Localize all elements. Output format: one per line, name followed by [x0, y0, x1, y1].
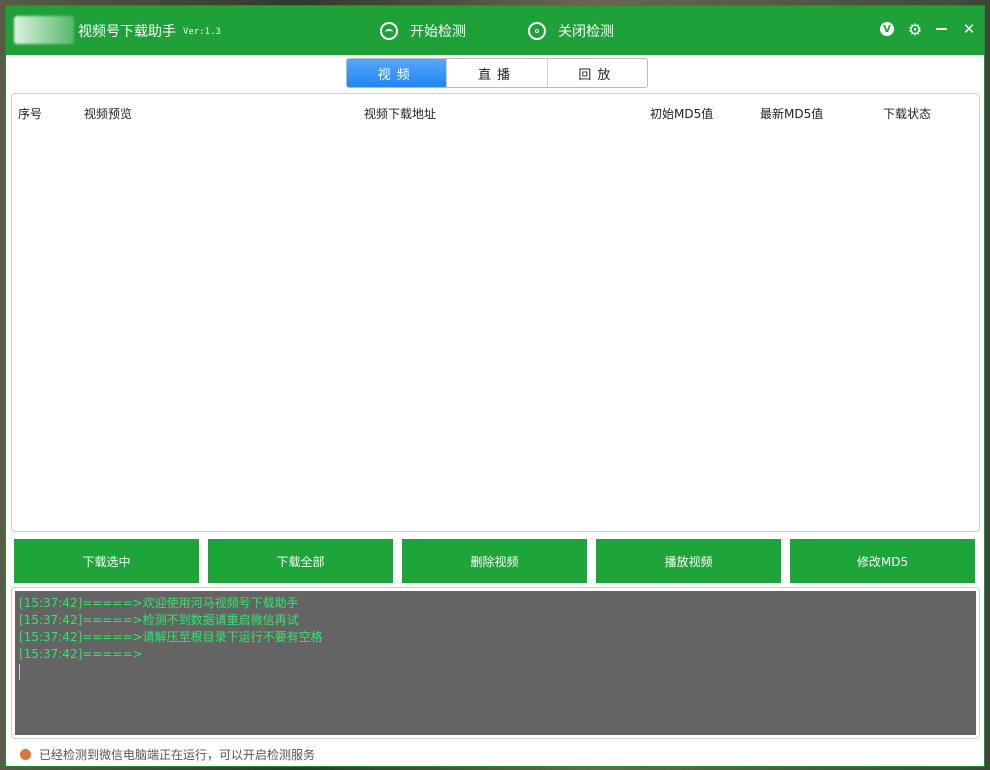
app-logo — [14, 16, 74, 44]
log-line: [15:37:42]=====>欢迎使用河马视频号下载助手 — [19, 596, 299, 610]
download-selected-button[interactable]: 下载选中 — [14, 539, 199, 583]
column-index[interactable]: 序号 — [18, 105, 42, 122]
gear-icon: ⚙ — [907, 19, 923, 39]
settings-button[interactable]: ⚙ — [906, 19, 924, 39]
mode-tabs: 视频 直播 回放 — [346, 58, 648, 88]
stop-detect-button[interactable]: 关闭检测 — [528, 18, 614, 44]
video-table[interactable]: 序号 视频预览 视频下载地址 初始MD5值 最新MD5值 下载状态 — [11, 93, 980, 532]
modify-md5-button[interactable]: 修改MD5 — [790, 539, 975, 583]
v-badge-button[interactable]: V — [878, 20, 896, 38]
column-download-status[interactable]: 下载状态 — [883, 105, 931, 122]
app-version: Ver:1.3 — [183, 27, 221, 37]
status-bar: 已经检测到微信电脑端正在运行，可以开启检测服务 — [20, 745, 315, 763]
title-bar[interactable]: 视频号下载助手 Ver:1.3 开始检测 关闭检测 V ⚙ ✕ — [6, 6, 984, 55]
column-latest-md5[interactable]: 最新MD5值 — [760, 105, 823, 122]
app-window: 视频号下载助手 Ver:1.3 开始检测 关闭检测 V ⚙ ✕ 视频 直播 回放… — [5, 5, 985, 767]
close-icon: ✕ — [962, 20, 976, 38]
status-dot-icon — [20, 748, 31, 760]
log-panel: [15:37:42]=====>欢迎使用河马视频号下载助手 [15:37:42]… — [11, 587, 980, 739]
status-text: 已经检测到微信电脑端正在运行，可以开启检测服务 — [39, 747, 316, 762]
column-initial-md5[interactable]: 初始MD5值 — [650, 105, 713, 122]
delete-video-button[interactable]: 删除视频 — [402, 539, 587, 583]
start-detect-label: 开始检测 — [410, 24, 466, 40]
tab-replay[interactable]: 回放 — [548, 59, 647, 87]
minimize-icon — [935, 28, 947, 30]
log-line: [15:37:42]=====>请解压至根目录下运行不要有空格 — [19, 630, 323, 644]
v-badge-icon: V — [880, 22, 894, 36]
column-preview[interactable]: 视频预览 — [84, 105, 132, 122]
play-video-button[interactable]: 播放视频 — [596, 539, 781, 583]
table-header: 序号 视频预览 视频下载地址 初始MD5值 最新MD5值 下载状态 — [12, 94, 979, 128]
action-bar: 下载选中 下载全部 删除视频 播放视频 修改MD5 — [14, 539, 976, 583]
start-detect-button[interactable]: 开始检测 — [380, 18, 466, 44]
download-all-button[interactable]: 下载全部 — [208, 539, 393, 583]
wave-icon — [380, 22, 398, 40]
close-button[interactable]: ✕ — [960, 20, 978, 38]
app-title: 视频号下载助手 — [78, 24, 176, 40]
text-caret — [19, 664, 20, 680]
tab-live[interactable]: 直播 — [447, 59, 548, 87]
column-download-url[interactable]: 视频下载地址 — [364, 105, 436, 122]
minimize-button[interactable] — [932, 20, 950, 38]
stop-circle-icon — [528, 22, 546, 40]
log-line: [15:37:42]=====> — [19, 647, 143, 661]
stop-detect-label: 关闭检测 — [558, 24, 614, 40]
log-line: [15:37:42]=====>检测不到数据请重启微信再试 — [19, 613, 299, 627]
log-console[interactable]: [15:37:42]=====>欢迎使用河马视频号下载助手 [15:37:42]… — [15, 591, 976, 735]
tab-video[interactable]: 视频 — [347, 59, 448, 87]
